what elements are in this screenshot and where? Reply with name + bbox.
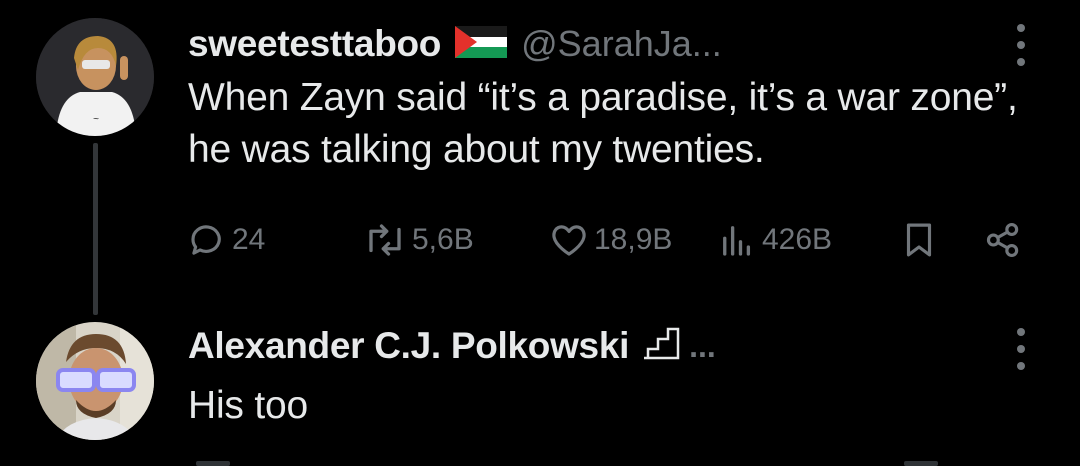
display-name[interactable]: sweetesttaboo	[188, 23, 441, 65]
views-chart-icon	[723, 226, 751, 256]
bookmark-button[interactable]	[898, 218, 940, 262]
reply-text: His too	[188, 384, 308, 427]
repost-button[interactable]: 5,6B	[362, 218, 474, 262]
reply-count: 24	[232, 223, 266, 256]
heart-icon	[552, 225, 586, 256]
reply-avatar-image	[36, 322, 154, 440]
reply-button[interactable]: 24	[186, 218, 265, 262]
views-button[interactable]: 426B	[716, 218, 832, 262]
svg-text:~: ~	[93, 114, 99, 125]
tweet-action-bar: 24 5,6B 18,9B 426B	[186, 218, 1036, 262]
bookmark-icon	[906, 223, 932, 257]
repost-icon	[369, 224, 401, 256]
truncated-ellipsis: ...	[689, 327, 716, 364]
like-button[interactable]: 18,9B	[548, 218, 672, 262]
palestine-flag-icon	[455, 25, 508, 63]
tweet-text: When Zayn said “it’s a paradise, it’s a …	[188, 76, 1018, 171]
cut-off-action-icon	[196, 461, 230, 466]
views-count: 426B	[762, 223, 833, 256]
share-button[interactable]	[982, 218, 1024, 262]
share-icon	[986, 223, 1019, 257]
handle[interactable]: @SarahJa...	[521, 23, 722, 65]
reply-display-name[interactable]: Alexander C.J. Polkowski	[188, 325, 629, 367]
cut-off-action-icon	[904, 461, 938, 466]
more-options-icon[interactable]	[1011, 24, 1031, 66]
reply-more-options-icon[interactable]	[1011, 328, 1031, 370]
reply-header: Alexander C.J. Polkowski ...	[188, 324, 716, 368]
reply-icon	[191, 225, 221, 255]
avatar-image: ~	[36, 18, 154, 136]
repost-count: 5,6B	[412, 223, 474, 256]
tweet-header: sweetesttaboo @SarahJa...	[188, 22, 722, 66]
like-count: 18,9B	[594, 223, 673, 256]
thread-connector-line	[93, 143, 98, 315]
staircase-icon	[641, 326, 681, 367]
avatar[interactable]: ~	[36, 18, 154, 136]
reply-avatar[interactable]	[36, 322, 154, 440]
